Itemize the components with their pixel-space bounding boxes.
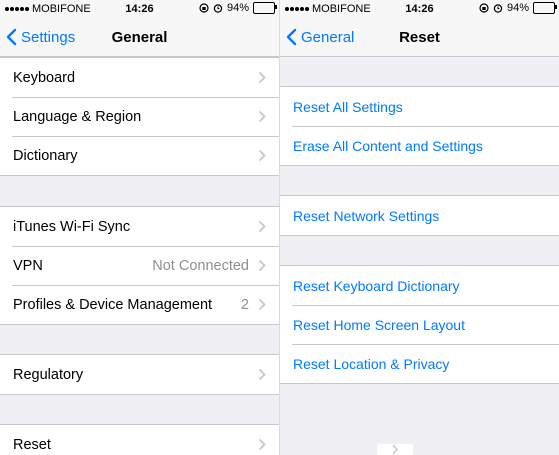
page-title: General [111, 29, 168, 46]
settings-row-reset[interactable]: Reset [0, 425, 279, 455]
status-bar: MOBIFONE 14:26 94% [0, 0, 279, 20]
row-label: Reset Network Settings [293, 207, 440, 224]
reset-home-screen-layout-button[interactable]: Reset Home Screen Layout [280, 305, 559, 344]
status-right: 94% [479, 2, 557, 14]
chevron-right-icon [258, 438, 266, 451]
chevron-right-icon [258, 149, 266, 162]
row-label: Language & Region [13, 108, 142, 125]
row-label: Keyboard [13, 69, 76, 86]
row-detail: 2 [240, 296, 249, 313]
row-label: Reset Location & Privacy [293, 355, 450, 372]
status-right: 94% [199, 2, 277, 14]
row-label: Reset All Settings [293, 98, 403, 115]
chevron-right-icon [258, 368, 266, 381]
chevron-right-icon [258, 220, 266, 233]
reset-screen: MOBIFONE 14:26 94% General Reset Reset A… [280, 0, 559, 455]
row-label: iTunes Wi-Fi Sync [13, 218, 131, 235]
settings-group-reset: Reset [0, 424, 279, 455]
reset-group-network: Reset Network Settings [280, 195, 559, 236]
reset-keyboard-dictionary-button[interactable]: Reset Keyboard Dictionary [280, 266, 559, 305]
row-label: VPN [13, 257, 43, 274]
reset-group-other: Reset Keyboard Dictionary Reset Home Scr… [280, 265, 559, 384]
rotation-lock-icon [199, 3, 209, 13]
rotation-lock-icon [479, 3, 489, 13]
chevron-right-icon [258, 298, 266, 311]
chevron-right-icon [258, 110, 266, 123]
battery-percent: 94% [506, 2, 529, 14]
settings-row-language-region[interactable]: Language & Region [0, 97, 279, 136]
reset-group-all: Reset All Settings Erase All Content and… [280, 86, 559, 166]
scroll-indicator [377, 444, 413, 455]
row-label: Profiles & Device Management [13, 296, 213, 313]
battery-percent: 94% [226, 2, 249, 14]
page-title: Reset [399, 29, 440, 46]
row-label: Reset Keyboard Dictionary [293, 277, 460, 294]
settings-row-dictionary[interactable]: Dictionary [0, 136, 279, 175]
settings-row-itunes-wifi-sync[interactable]: iTunes Wi-Fi Sync [0, 207, 279, 246]
settings-row-keyboard[interactable]: Keyboard [0, 58, 279, 97]
row-label: Reset [13, 436, 51, 453]
reset-all-settings-button[interactable]: Reset All Settings [280, 87, 559, 126]
row-label: Dictionary [13, 147, 78, 164]
settings-group-regulatory: Regulatory [0, 354, 279, 395]
status-bar: MOBIFONE 14:26 94% [280, 0, 559, 20]
navigation-bar: General Reset [280, 20, 559, 57]
navigation-bar: Settings General [0, 20, 279, 57]
chevron-right-icon [392, 444, 399, 455]
row-label: Reset Home Screen Layout [293, 316, 465, 333]
general-screen: MOBIFONE 14:26 94% Settings General Keyb… [0, 0, 279, 455]
battery-icon [533, 2, 557, 14]
row-label: Regulatory [13, 366, 84, 383]
settings-row-profiles-device-management[interactable]: Profiles & Device Management 2 [0, 285, 279, 324]
erase-all-content-button[interactable]: Erase All Content and Settings [280, 126, 559, 165]
reset-network-settings-button[interactable]: Reset Network Settings [280, 196, 559, 235]
row-label: Erase All Content and Settings [293, 137, 483, 154]
alarm-icon [493, 4, 503, 13]
chevron-right-icon [258, 71, 266, 84]
alarm-icon [213, 4, 223, 13]
battery-icon [253, 2, 277, 14]
settings-row-vpn[interactable]: VPN Not Connected [0, 246, 279, 285]
reset-location-privacy-button[interactable]: Reset Location & Privacy [280, 344, 559, 383]
row-detail: Not Connected [152, 257, 249, 274]
settings-group-input: Keyboard Language & Region Dictionary [0, 57, 279, 176]
settings-row-regulatory[interactable]: Regulatory [0, 355, 279, 394]
settings-group-network: iTunes Wi-Fi Sync VPN Not Connected Prof… [0, 206, 279, 325]
chevron-right-icon [258, 259, 266, 272]
